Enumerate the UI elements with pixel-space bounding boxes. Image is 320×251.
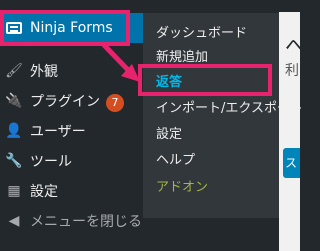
pointer-arrow-annotation xyxy=(101,42,140,82)
